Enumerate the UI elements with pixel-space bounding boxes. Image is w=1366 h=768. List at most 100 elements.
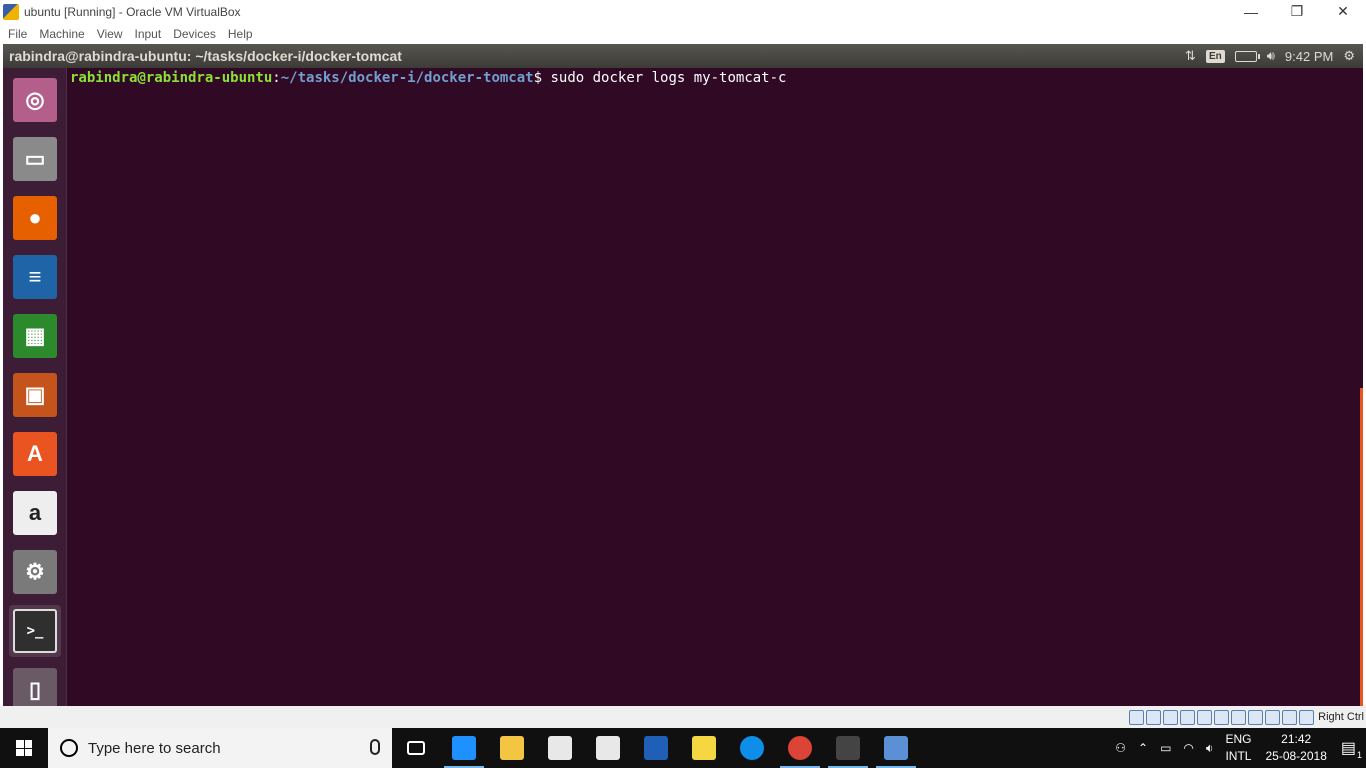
ubuntu-launcher: ◎ ▭ ● ≡ ▦ ▣ Aa ⚙ >_ ▯ bbox=[3, 68, 67, 706]
taskbar-app[interactable] bbox=[824, 728, 872, 768]
file-explorer-icon bbox=[500, 736, 524, 760]
vbox-menubar: File Machine View Input Devices Help bbox=[0, 23, 1366, 44]
menu-help[interactable]: Help bbox=[222, 27, 259, 41]
restore-button[interactable]: ❐ bbox=[1274, 0, 1320, 23]
taskbar-app[interactable] bbox=[776, 728, 824, 768]
lang-top: ENG bbox=[1225, 732, 1252, 746]
network-icon[interactable]: ⇅ bbox=[1185, 48, 1196, 64]
clock-indicator[interactable]: 9:42 PM bbox=[1285, 49, 1333, 64]
launcher-item[interactable]: ● bbox=[9, 192, 61, 244]
menu-view[interactable]: View bbox=[91, 27, 129, 41]
taskbar-app[interactable] bbox=[440, 728, 488, 768]
taskbar-app[interactable] bbox=[680, 728, 728, 768]
system-tray: ⚇ ⌃ ▭ ◠ 🔉︎ ENG INTL 21:42 25-08-2018 ▤ 1 bbox=[1109, 728, 1366, 768]
store-icon bbox=[548, 736, 572, 760]
cpu-icon[interactable] bbox=[1265, 709, 1281, 725]
cortana-icon bbox=[60, 739, 78, 757]
trash-icon: ▯ bbox=[13, 668, 57, 706]
notification-count: 1 bbox=[1356, 750, 1362, 760]
microphone-icon[interactable] bbox=[370, 739, 380, 755]
notepad-icon bbox=[692, 736, 716, 760]
launcher-item[interactable]: ≡ bbox=[9, 251, 61, 303]
menu-input[interactable]: Input bbox=[129, 27, 168, 41]
keyboard-capture-icon[interactable] bbox=[1299, 709, 1315, 725]
chevron-up-icon[interactable]: ⌃ bbox=[1132, 741, 1154, 755]
launcher-item[interactable]: ▦ bbox=[9, 310, 61, 362]
action-center-icon[interactable]: ▤ 1 bbox=[1335, 738, 1366, 760]
volume-icon[interactable]: 🔊︎ bbox=[1267, 48, 1275, 64]
windows-taskbar: Type here to search ⚇ ⌃ ▭ ◠ 🔉︎ ENG INTL … bbox=[0, 728, 1366, 768]
launcher-item[interactable]: ▣ bbox=[9, 369, 61, 421]
usb-icon[interactable] bbox=[1197, 709, 1213, 725]
minimize-button[interactable]: — bbox=[1228, 0, 1274, 23]
launcher-item[interactable]: ▭ bbox=[9, 133, 61, 185]
launcher-item[interactable]: a bbox=[9, 487, 61, 539]
ubuntu-top-panel: rabindra@rabindra-ubuntu: ~/tasks/docker… bbox=[3, 44, 1363, 68]
window-controls: — ❐ ✕ bbox=[1228, 0, 1366, 23]
libreoffice-writer-icon: ≡ bbox=[13, 255, 57, 299]
prompt-separator: : bbox=[272, 70, 281, 86]
virtualbox-icon bbox=[884, 736, 908, 760]
terminal-body[interactable]: rabindra@rabindra-ubuntu:~/tasks/docker-… bbox=[67, 68, 1363, 706]
mcafee-icon bbox=[644, 736, 668, 760]
launcher-item[interactable]: ◎ bbox=[9, 74, 61, 126]
chrome-icon bbox=[788, 736, 812, 760]
terminal-scrollbar[interactable] bbox=[1360, 388, 1363, 706]
people-icon[interactable]: ⚇ bbox=[1109, 741, 1132, 755]
network-adapter-icon[interactable] bbox=[1180, 709, 1196, 725]
close-button[interactable]: ✕ bbox=[1320, 0, 1366, 23]
taskbar-search[interactable]: Type here to search bbox=[48, 728, 392, 768]
display-icon[interactable] bbox=[1231, 709, 1247, 725]
vbox-window-title: ubuntu [Running] - Oracle VM VirtualBox bbox=[24, 4, 241, 19]
menu-machine[interactable]: Machine bbox=[33, 27, 90, 41]
menu-devices[interactable]: Devices bbox=[167, 27, 222, 41]
audio-icon[interactable] bbox=[1163, 709, 1179, 725]
language-indicator[interactable]: ENG INTL bbox=[1219, 731, 1257, 765]
taskbar-app[interactable] bbox=[728, 728, 776, 768]
terminal-icon: >_ bbox=[13, 609, 57, 653]
shared-folders-icon[interactable] bbox=[1214, 709, 1230, 725]
prompt-path: ~/tasks/docker-i/docker-tomcat bbox=[280, 70, 534, 86]
terminal-window-title: rabindra@rabindra-ubuntu: ~/tasks/docker… bbox=[9, 48, 402, 64]
pinned-apps bbox=[392, 728, 920, 768]
taskbar-app[interactable] bbox=[488, 728, 536, 768]
amazon-icon: a bbox=[13, 491, 57, 535]
taskbar-app[interactable] bbox=[872, 728, 920, 768]
launcher-item[interactable]: ⚙ bbox=[9, 546, 61, 598]
libreoffice-calc-icon: ▦ bbox=[13, 314, 57, 358]
gear-icon[interactable]: ⚙ bbox=[1343, 48, 1355, 64]
optical-drive-icon[interactable] bbox=[1146, 709, 1162, 725]
launcher-item[interactable]: ▯ bbox=[9, 664, 61, 706]
taskbar-app[interactable] bbox=[392, 728, 440, 768]
cmd-icon bbox=[836, 736, 860, 760]
search-placeholder: Type here to search bbox=[88, 739, 221, 757]
start-button[interactable] bbox=[0, 728, 48, 768]
taskbar-app[interactable] bbox=[536, 728, 584, 768]
launcher-item[interactable]: A bbox=[9, 428, 61, 480]
taskbar-clock[interactable]: 21:42 25-08-2018 bbox=[1257, 731, 1334, 765]
launcher-item[interactable]: >_ bbox=[9, 605, 61, 657]
ubuntu-dash-icon: ◎ bbox=[13, 78, 57, 122]
keyboard-layout-indicator[interactable]: En bbox=[1205, 49, 1225, 63]
menu-file[interactable]: File bbox=[0, 27, 33, 41]
taskbar-app[interactable] bbox=[584, 728, 632, 768]
volume-icon[interactable]: 🔉︎ bbox=[1200, 741, 1220, 756]
firefox-icon: ● bbox=[13, 196, 57, 240]
battery-icon[interactable]: ▭ bbox=[1154, 741, 1177, 755]
vbox-titlebar: ubuntu [Running] - Oracle VM VirtualBox … bbox=[0, 0, 1366, 23]
mouse-integration-icon[interactable] bbox=[1282, 709, 1298, 725]
system-settings-icon: ⚙ bbox=[13, 550, 57, 594]
video-capture-icon[interactable] bbox=[1248, 709, 1264, 725]
wifi-icon[interactable]: ◠ bbox=[1177, 741, 1199, 755]
task-view-icon bbox=[407, 741, 425, 755]
teamviewer-icon bbox=[740, 736, 764, 760]
taskbar-app[interactable] bbox=[632, 728, 680, 768]
libreoffice-impress-icon: ▣ bbox=[13, 373, 57, 417]
vbox-statusbar: Right Ctrl bbox=[0, 706, 1366, 728]
clock-time: 21:42 bbox=[1281, 732, 1312, 746]
hard-disk-icon[interactable] bbox=[1129, 709, 1145, 725]
clock-date: 25-08-2018 bbox=[1265, 749, 1327, 763]
guest-display[interactable]: rabindra@rabindra-ubuntu: ~/tasks/docker… bbox=[3, 44, 1363, 706]
indicator-area: ⇅ En 🔊︎ 9:42 PM ⚙ bbox=[1185, 44, 1363, 68]
battery-icon[interactable] bbox=[1234, 50, 1260, 62]
